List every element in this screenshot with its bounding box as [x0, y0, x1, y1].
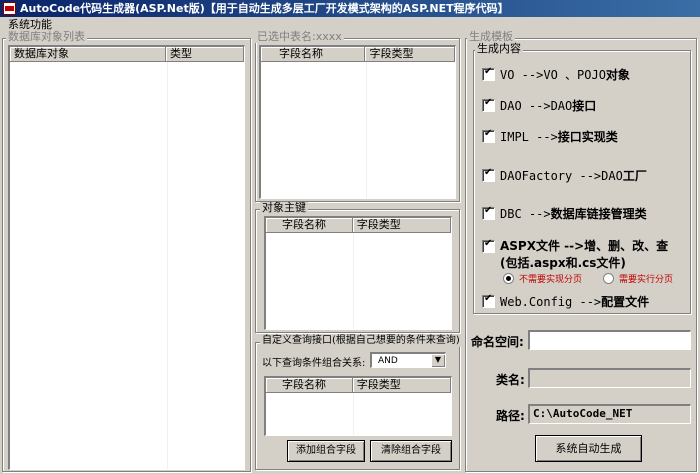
column-header-query-field-name[interactable]: 字段名称 — [266, 378, 353, 393]
query-fields-list[interactable]: 字段名称 字段类型 — [264, 376, 452, 436]
column-header-db-object[interactable]: 数据库对象 — [10, 47, 166, 62]
relation-label: 以下查询条件组合关系: — [262, 358, 366, 369]
checkbox-dao[interactable] — [482, 97, 495, 112]
title-bar: AutoCode代码生成器(ASP.Net版)【用于自动生成多层工厂开发模式架构… — [0, 0, 700, 17]
grid-line — [366, 62, 367, 198]
grid-line — [353, 393, 354, 435]
checkbox-webconfig[interactable] — [482, 293, 495, 308]
classname-label: 类名: — [496, 373, 525, 387]
primary-key-list[interactable]: 字段名称 字段类型 — [264, 216, 452, 330]
path-input[interactable]: C:\AutoCode_NET — [528, 404, 691, 424]
custom-query-title: 自定义查询接口(根据自己想要的条件来查询) — [260, 335, 462, 347]
namespace-input[interactable] — [528, 330, 691, 350]
paging-yes-option[interactable]: 需要实行分页 — [603, 272, 673, 285]
option-webconfig[interactable]: Web.Config -->配置文件 — [482, 293, 649, 310]
window-title: AutoCode代码生成器(ASP.Net版)【用于自动生成多层工厂开发模式架构… — [20, 2, 509, 15]
column-header-field-type[interactable]: 字段类型 — [365, 47, 455, 62]
radio-paging-yes[interactable] — [603, 273, 614, 284]
column-header-type[interactable]: 类型 — [165, 47, 244, 62]
generate-button[interactable]: 系统自动生成 — [535, 435, 642, 462]
paging-no-option[interactable]: 不需要实现分页 — [503, 272, 582, 285]
checkbox-aspx[interactable] — [482, 238, 495, 253]
checkbox-vo[interactable] — [482, 66, 495, 81]
column-header-pk-field-name[interactable]: 字段名称 — [266, 218, 353, 233]
db-objects-list[interactable]: 数据库对象 类型 — [8, 45, 245, 470]
chevron-down-icon[interactable]: ▼ — [431, 354, 445, 367]
primary-key-title: 对象主键 — [260, 201, 308, 214]
db-objects-group-title: 数据库对象列表 — [6, 30, 87, 43]
add-combo-field-button[interactable]: 添加组合字段 — [287, 440, 365, 462]
option-dbc[interactable]: DBC -->数据库链接管理类 — [482, 205, 647, 222]
grid-line — [353, 233, 354, 329]
column-header-query-field-type[interactable]: 字段类型 — [352, 378, 451, 393]
column-header-pk-field-type[interactable]: 字段类型 — [352, 218, 451, 233]
option-daofactory[interactable]: DAOFactory -->DAO工厂 — [482, 167, 647, 184]
content-group-title: 生成内容 — [475, 42, 523, 55]
radio-paging-no[interactable] — [503, 273, 514, 284]
grid-line — [244, 62, 245, 469]
column-header-field-name[interactable]: 字段名称 — [261, 47, 366, 62]
menu-bar: 系统功能 — [0, 17, 700, 32]
fields-list[interactable]: 字段名称 字段类型 — [259, 45, 456, 199]
checkbox-dbc[interactable] — [482, 205, 495, 220]
classname-input[interactable] — [528, 368, 691, 388]
checkbox-impl[interactable] — [482, 128, 495, 143]
option-impl[interactable]: IMPL -->接口实现类 — [482, 128, 618, 145]
option-dao[interactable]: DAO -->DAO接口 — [482, 97, 596, 114]
checkbox-daofactory[interactable] — [482, 167, 495, 182]
relation-select[interactable]: AND ▼ — [370, 352, 446, 368]
namespace-label: 命名空间: — [471, 335, 524, 349]
option-vo[interactable]: VO -->VO 、POJO对象 — [482, 66, 630, 83]
app-icon — [3, 2, 16, 15]
clear-combo-field-button[interactable]: 清除组合字段 — [370, 440, 452, 462]
path-label: 路径: — [496, 409, 525, 423]
grid-line — [167, 62, 168, 469]
relation-value: AND — [378, 356, 398, 366]
option-aspx[interactable]: ASPX文件 -->增、删、改、查 (包括.aspx和.cs文件) — [482, 237, 668, 271]
selected-table-title: 已选中表名:xxxx — [255, 30, 344, 43]
